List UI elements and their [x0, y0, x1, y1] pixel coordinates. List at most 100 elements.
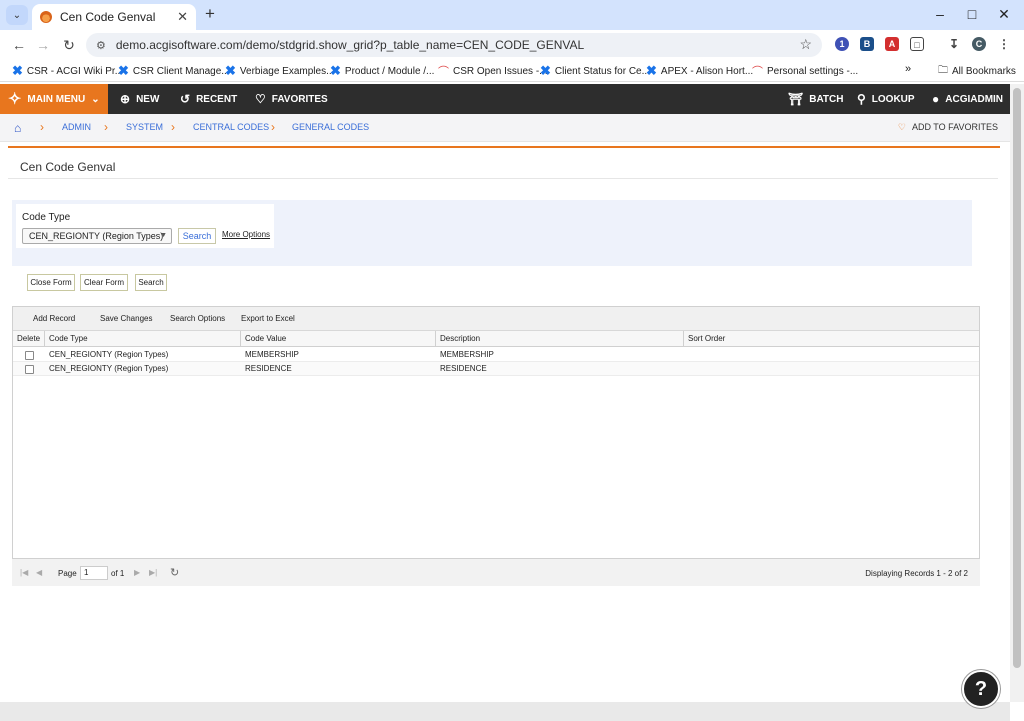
next-page-icon[interactable]: ▶ — [134, 568, 140, 577]
filter-search-button[interactable]: Search — [178, 228, 216, 244]
minimize-button[interactable]: – — [925, 4, 955, 24]
lookup-button[interactable]: ⚲ LOOKUP — [857, 84, 915, 114]
bitwarden-extension-icon[interactable]: B — [860, 37, 874, 51]
chevron-down-icon: ⌄ — [12, 9, 22, 21]
heart-icon: ♡ — [897, 122, 906, 132]
column-header-description[interactable]: Description — [436, 331, 684, 347]
add-record-button[interactable]: Add Record — [33, 314, 75, 323]
recent-button[interactable]: ↺ RECENT — [180, 84, 237, 114]
help-button[interactable]: ? — [962, 670, 1000, 708]
site-settings-icon[interactable]: ⚙ — [96, 39, 106, 52]
cell-sort-order[interactable] — [684, 362, 688, 376]
delete-checkbox[interactable] — [25, 365, 34, 374]
vertical-scrollbar[interactable] — [1010, 84, 1024, 702]
chevron-right-icon: › — [171, 120, 175, 134]
confluence-icon: ✖ — [330, 63, 341, 78]
reload-button[interactable]: ↻ — [60, 36, 78, 54]
breadcrumb-general-codes[interactable]: GENERAL CODES — [292, 122, 369, 132]
all-bookmarks-button[interactable]: 🗀 All Bookmarks — [938, 63, 1016, 80]
batch-button[interactable]: ⛩ BATCH — [788, 84, 844, 114]
apex-icon: ⌒ — [752, 66, 763, 78]
acgi-logo-icon: ✧ — [8, 91, 22, 108]
app-navigation-bar: ✧ MAIN MENU ⌄ ⊕ NEW ↺ RECENT ♡ FAVORITES ⛩ B… — [0, 84, 1010, 114]
page-label: Page — [58, 569, 77, 578]
column-header-code-type[interactable]: Code Type — [45, 331, 241, 347]
password-manager-extension-icon[interactable]: 1 — [835, 37, 849, 51]
previous-page-icon[interactable]: ◀ — [36, 568, 42, 577]
favorites-button[interactable]: ♡ FAVORITES — [255, 84, 328, 114]
horizontal-scrollbar[interactable] — [0, 702, 1010, 721]
history-icon: ↺ — [180, 92, 191, 106]
more-options-link[interactable]: More Options — [222, 230, 270, 239]
browser-tab[interactable]: Cen Code Genval ✕ — [32, 4, 196, 30]
clear-form-button[interactable]: Clear Form — [80, 274, 128, 291]
extensions-puzzle-icon[interactable]: □ — [910, 37, 924, 51]
breadcrumb-central-codes[interactable]: CENTRAL CODES — [193, 122, 269, 132]
scrollbar-thumb[interactable] — [1013, 88, 1021, 668]
refresh-icon[interactable]: ↻ — [170, 566, 179, 579]
code-type-label: Code Type — [22, 212, 71, 223]
search-options-button[interactable]: Search Options — [170, 314, 225, 323]
last-page-icon[interactable]: ▶| — [149, 568, 157, 577]
code-type-select[interactable]: CEN_REGIONTY (Region Types) ▼ — [22, 228, 172, 244]
page-number-input[interactable]: 1 — [80, 566, 108, 580]
table-row[interactable]: CEN_REGIONTY (Region Types) MEMBERSHIP M… — [13, 348, 979, 362]
cell-code-type[interactable]: CEN_REGIONTY (Region Types) — [45, 348, 168, 362]
confluence-icon: ✖ — [118, 63, 129, 78]
confluence-icon: ✖ — [12, 63, 23, 78]
cell-code-type[interactable]: CEN_REGIONTY (Region Types) — [45, 362, 168, 376]
form-search-button[interactable]: Search — [135, 274, 167, 291]
cell-code-value[interactable]: RESIDENCE — [241, 362, 292, 376]
breadcrumb-system[interactable]: SYSTEM — [126, 122, 163, 132]
user-menu-button[interactable]: ● ACGIADMIN — [932, 84, 1003, 114]
home-icon[interactable]: ⌂ — [14, 121, 21, 135]
bookmark-item[interactable]: ✖ CSR Client Manage... — [118, 63, 230, 79]
bookmark-item[interactable]: ⌒ Personal settings -... — [752, 63, 858, 79]
grid-header: Delete Code Type Code Value Description … — [13, 331, 979, 347]
column-header-code-value[interactable]: Code Value — [241, 331, 436, 347]
site-favicon-icon — [40, 11, 52, 23]
bookmark-item[interactable]: ✖ Product / Module /... — [330, 63, 434, 79]
column-header-sort-order[interactable]: Sort Order — [684, 331, 979, 347]
breadcrumb-admin[interactable]: ADMIN — [62, 122, 91, 132]
bookmark-item[interactable]: ✖ Verbiage Examples... — [225, 63, 334, 79]
close-form-button[interactable]: Close Form — [27, 274, 75, 291]
delete-checkbox[interactable] — [25, 351, 34, 360]
new-button[interactable]: ⊕ NEW — [120, 84, 159, 114]
table-row[interactable]: CEN_REGIONTY (Region Types) RESIDENCE RE… — [13, 362, 979, 376]
url-text: demo.acgisoftware.com/demo/stdgrid.show_… — [115, 38, 585, 52]
maximize-button[interactable]: □ — [957, 4, 987, 24]
main-menu-button[interactable]: ✧ MAIN MENU ⌄ — [0, 84, 108, 114]
bookmark-item[interactable]: ⌒ CSR Open Issues -... — [438, 63, 547, 79]
add-to-favorites-button[interactable]: ♡ ADD TO FAVORITES — [898, 122, 998, 133]
forward-button[interactable]: → — [34, 36, 52, 54]
cell-code-value[interactable]: MEMBERSHIP — [241, 348, 299, 362]
pdf-extension-icon[interactable]: A — [885, 37, 899, 51]
first-page-icon[interactable]: |◀ — [20, 568, 28, 577]
cell-description[interactable]: RESIDENCE — [436, 362, 487, 376]
export-to-excel-button[interactable]: Export to Excel — [241, 314, 295, 323]
profile-avatar[interactable]: C — [972, 37, 986, 51]
bookmark-item[interactable]: ✖ CSR - ACGI Wiki Pr... — [12, 63, 123, 79]
cell-sort-order[interactable] — [684, 348, 688, 362]
column-header-delete[interactable]: Delete — [13, 331, 45, 347]
search-icon: ⚲ — [857, 92, 866, 106]
records-status: Displaying Records 1 - 2 of 2 — [865, 569, 968, 578]
cell-description[interactable]: MEMBERSHIP — [436, 348, 494, 362]
bookmark-item[interactable]: ✖ Client Status for Ce... — [540, 63, 650, 79]
bookmark-star-icon[interactable]: ☆ — [799, 36, 812, 53]
chevron-right-icon: › — [40, 120, 44, 134]
new-tab-button[interactable]: + — [200, 4, 220, 24]
bookmark-item[interactable]: ✖ APEX - Alison Hort... — [646, 63, 753, 79]
download-icon[interactable]: ↧ — [947, 37, 961, 51]
close-window-button[interactable]: ✕ — [989, 4, 1019, 24]
tab-title: Cen Code Genval — [60, 10, 156, 24]
address-bar[interactable]: ⚙ demo.acgisoftware.com/demo/stdgrid.sho… — [86, 33, 822, 57]
close-tab-icon[interactable]: ✕ — [177, 9, 188, 25]
save-changes-button[interactable]: Save Changes — [100, 314, 152, 323]
content-panel: Cen Code Genval Code Type CEN_REGIONTY (… — [8, 146, 1000, 702]
back-button[interactable]: ← — [10, 36, 28, 54]
more-bookmarks-button[interactable]: » — [905, 63, 911, 75]
tab-search-button[interactable]: ⌄ — [6, 5, 28, 25]
browser-menu-icon[interactable]: ⋮ — [997, 37, 1011, 51]
